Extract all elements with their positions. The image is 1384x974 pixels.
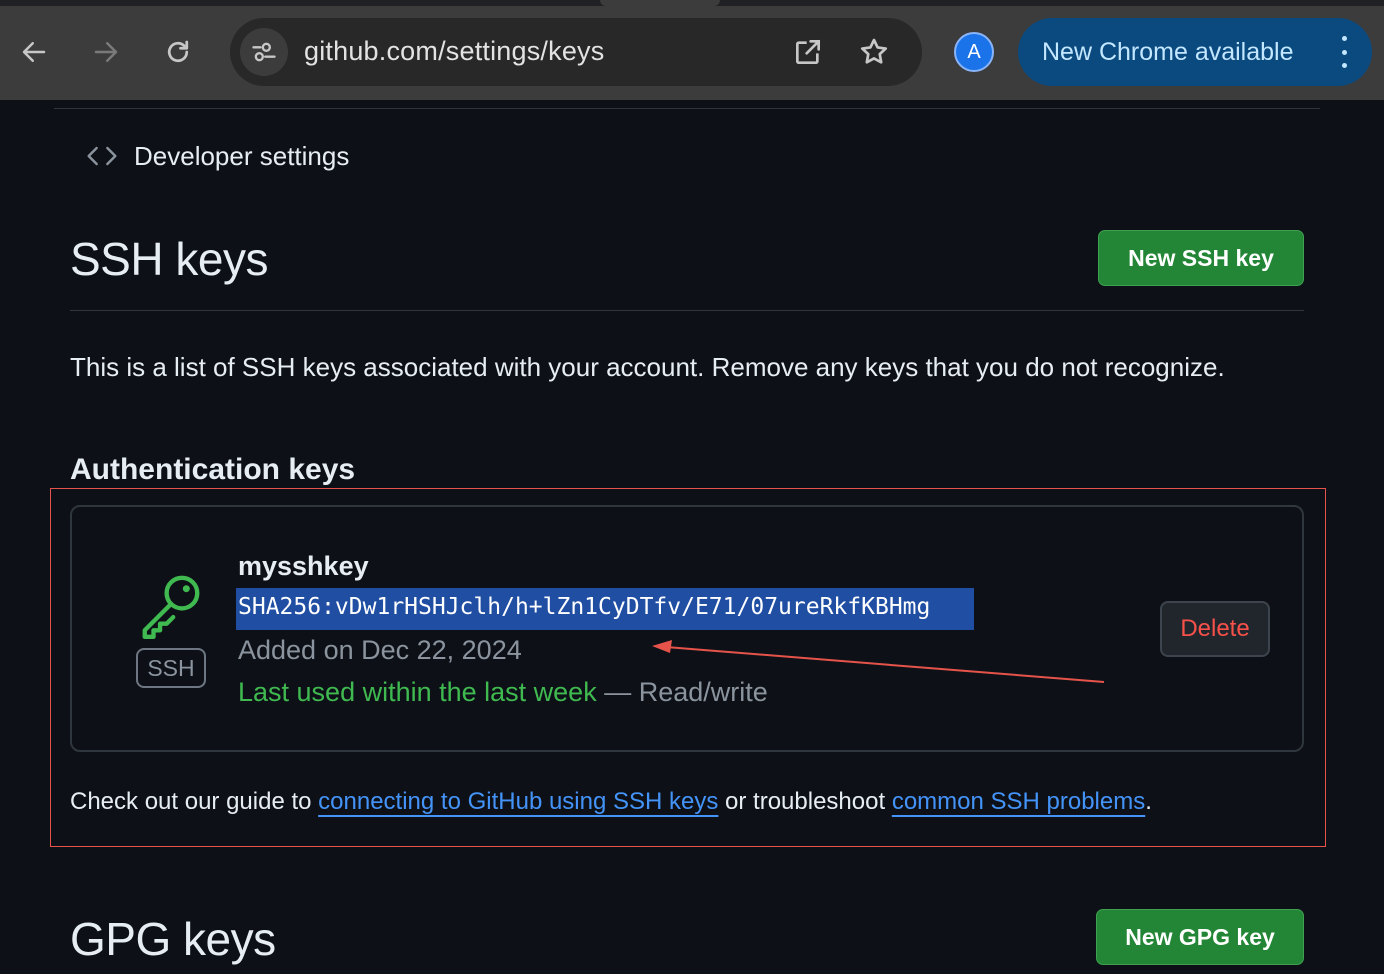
reload-icon <box>167 40 189 63</box>
reload-button[interactable] <box>156 30 200 74</box>
developer-settings-label: Developer settings <box>134 140 350 171</box>
open-in-new-button[interactable] <box>790 34 826 70</box>
top-divider <box>54 108 1320 109</box>
ssh-connect-guide-link[interactable]: connecting to GitHub using SSH keys <box>318 788 718 815</box>
gpg-keys-title: GPG keys <box>70 913 276 965</box>
bookmark-button[interactable] <box>856 34 892 70</box>
ssh-description: This is a list of SSH keys associated wi… <box>70 352 1225 382</box>
open-in-new-icon <box>796 40 820 64</box>
site-info-button[interactable] <box>240 28 288 76</box>
star-icon <box>860 38 888 64</box>
guide-middle: or troubleshoot <box>718 788 892 815</box>
annotation-arrow-icon <box>652 640 1105 683</box>
delete-key-button[interactable]: Delete <box>1160 601 1270 657</box>
developer-settings-link[interactable]: Developer settings <box>86 140 349 172</box>
guide-suffix: . <box>1145 788 1152 815</box>
ssh-troubleshoot-link[interactable]: common SSH problems <box>892 788 1145 815</box>
new-ssh-key-button[interactable]: New SSH key <box>1098 230 1304 286</box>
ssh-guide-text: Check out our guide to connecting to Git… <box>70 788 1152 816</box>
arrow-left-icon <box>22 42 46 62</box>
more-menu-icon[interactable] <box>1334 36 1354 68</box>
browser-toolbar: github.com/settings/keys A New Chrome av… <box>0 0 1384 100</box>
active-tab[interactable] <box>600 0 720 6</box>
key-last-used: Last used within the last week <box>238 677 597 707</box>
profile-avatar[interactable]: A <box>954 32 994 72</box>
key-added-date: Added on Dec 22, 2024 <box>238 635 522 665</box>
key-icon <box>142 575 200 639</box>
update-label: New Chrome available <box>1042 38 1294 66</box>
code-icon <box>87 146 117 166</box>
tab-strip <box>0 0 1384 6</box>
arrow-right-icon <box>94 42 118 62</box>
key-title: mysshkey <box>238 551 369 581</box>
section-divider <box>70 310 1304 311</box>
url-text[interactable]: github.com/settings/keys <box>304 36 604 67</box>
guide-prefix: Check out our guide to <box>70 788 319 815</box>
key-fingerprint: SHA256:vDw1rHSHJclh/h+lZn1CyDTfv/E71/07u… <box>236 588 974 630</box>
authentication-keys-heading: Authentication keys <box>70 453 356 486</box>
chrome-update-button[interactable]: New Chrome available <box>1018 18 1372 86</box>
address-bar[interactable]: github.com/settings/keys <box>230 18 922 86</box>
back-button[interactable] <box>12 30 56 74</box>
new-gpg-key-button[interactable]: New GPG key <box>1096 909 1304 965</box>
forward-button[interactable] <box>84 30 128 74</box>
ssh-keys-title: SSH keys <box>70 233 268 285</box>
tune-icon <box>252 42 276 62</box>
ssh-type-badge: SSH <box>136 648 206 688</box>
ssh-key-card: SSH mysshkey SHA256:vDw1rHSHJclh/h+lZn1C… <box>70 505 1304 752</box>
